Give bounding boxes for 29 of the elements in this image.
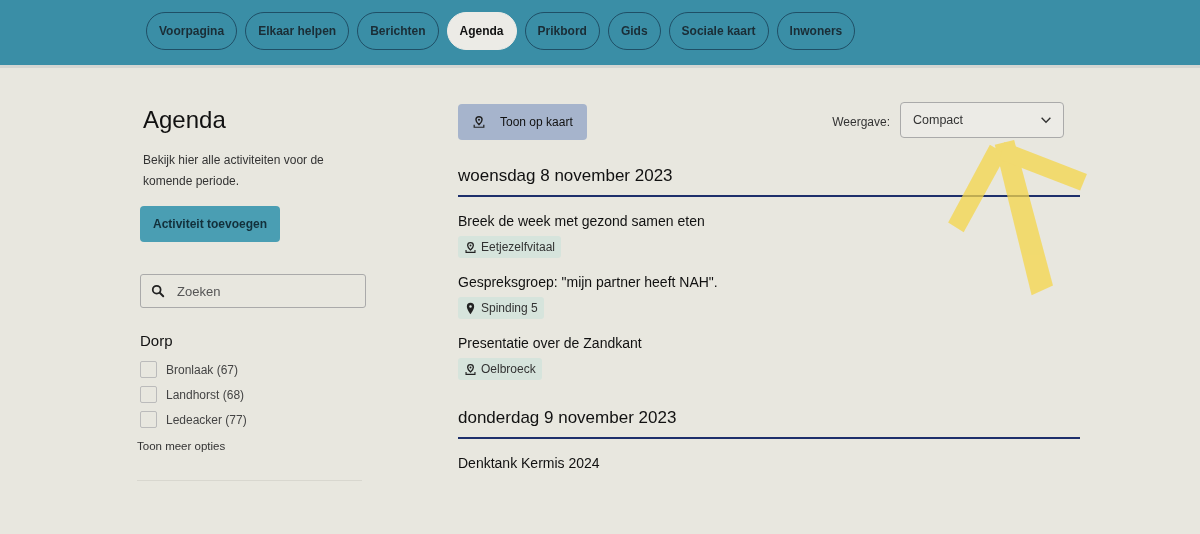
search-icon (151, 284, 165, 298)
view-label: Weergave: (832, 115, 890, 129)
location-tag: Spinding 5 (458, 297, 544, 319)
day-heading: donderdag 9 november 2023 (458, 408, 1080, 439)
page-title: Agenda (143, 106, 227, 134)
event-title[interactable]: Denktank Kermis 2024 (458, 455, 1080, 471)
checkbox[interactable] (140, 411, 157, 428)
location-tag: Eetjezelfvitaal (458, 236, 562, 258)
pin-icon (464, 362, 477, 376)
checkbox-label[interactable]: Bronlaak (67) (166, 362, 239, 377)
search-field[interactable]: Zoeken (140, 274, 366, 308)
event-title[interactable]: Presentatie over de Zandkant (458, 335, 1080, 351)
show-more-link[interactable]: Toon meer opties (137, 440, 226, 452)
event-title[interactable]: Breek de week met gezond samen eten (458, 213, 1080, 229)
checkbox[interactable] (140, 361, 157, 378)
checkbox[interactable] (140, 386, 157, 403)
intro-text: Bekijk hier alle activiteiten voor de komende periode. (143, 152, 325, 190)
pin-icon (464, 301, 477, 315)
nav-tab[interactable]: Agenda (446, 11, 517, 50)
event-title[interactable]: Gespreksgroep: "mijn partner heeft NAH". (458, 274, 1080, 290)
show-on-map-button[interactable]: Toon op kaart (458, 104, 587, 140)
filter-title: Dorp (140, 332, 174, 349)
location-tag: Oelbroeck (458, 358, 542, 380)
pin-icon (464, 240, 477, 254)
add-activity-button[interactable]: Activiteit toevoegen (140, 206, 281, 242)
checkbox-label[interactable]: Landhorst (68) (166, 387, 245, 402)
view-dropdown[interactable]: Compact (900, 102, 1064, 138)
pin-icon (472, 115, 486, 129)
checkbox-label[interactable]: Ledeacker (77) (166, 412, 247, 427)
